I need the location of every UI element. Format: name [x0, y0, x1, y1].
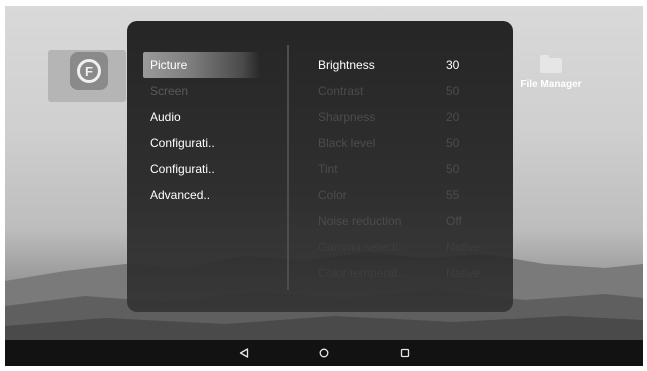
setting-name: Tint — [318, 162, 338, 176]
setting-name: Black level — [318, 136, 376, 150]
setting-name: Color — [318, 188, 347, 202]
setting-value: Native — [446, 266, 481, 280]
setting-black-level[interactable]: Black level 50 — [318, 130, 498, 156]
setting-gamma-selection[interactable]: Gamma selecti.. Native — [318, 234, 498, 260]
setting-color[interactable]: Color 55 — [318, 182, 498, 208]
setting-contrast[interactable]: Contrast 50 — [318, 78, 498, 104]
setting-name: Gamma selecti.. — [318, 240, 405, 254]
setting-value: 55 — [446, 188, 460, 202]
settings-category-menu: Picture Screen Audio Configurati.. Confi… — [143, 52, 263, 208]
setting-name: Sharpness — [318, 110, 376, 124]
setting-name: Noise reduction — [318, 214, 402, 228]
menu-item-audio[interactable]: Audio — [143, 104, 263, 130]
setting-name: Brightness — [318, 58, 375, 72]
picture-settings-panel: Picture Screen Audio Configurati.. Confi… — [127, 21, 513, 312]
setting-color-temperature[interactable]: Color temperat.. Native — [318, 260, 498, 286]
setting-tint[interactable]: Tint 50 — [318, 156, 498, 182]
system-navigation-bar — [5, 340, 643, 366]
recents-square-icon — [400, 348, 410, 358]
setting-value: 50 — [446, 162, 460, 176]
menu-item-configuration-2[interactable]: Configurati.. — [143, 156, 263, 182]
menu-item-advanced[interactable]: Advanced.. — [143, 182, 263, 208]
menu-divider — [287, 45, 289, 290]
file-manager-label: File Manager — [520, 79, 582, 90]
setting-value: 50 — [446, 84, 460, 98]
setting-noise-reduction[interactable]: Noise reduction Off — [318, 208, 498, 234]
back-button[interactable] — [235, 344, 253, 362]
setting-sharpness[interactable]: Sharpness 20 — [318, 104, 498, 130]
menu-item-screen[interactable]: Screen — [143, 78, 263, 104]
app-logo-icon[interactable]: F — [70, 52, 108, 90]
f-letter-icon: F — [77, 59, 101, 83]
setting-name: Color temperat.. — [318, 266, 405, 280]
file-manager-shortcut[interactable]: File Manager — [518, 55, 584, 90]
recents-button[interactable] — [396, 344, 414, 362]
folder-icon — [540, 55, 562, 73]
picture-settings-list: Brightness 30 Contrast 50 Sharpness 20 B… — [318, 52, 498, 286]
home-circle-icon — [319, 348, 329, 358]
setting-value: 30 — [446, 58, 460, 72]
setting-value: 50 — [446, 136, 460, 150]
setting-value: Native — [446, 240, 481, 254]
setting-name: Contrast — [318, 84, 364, 98]
setting-value: 20 — [446, 110, 460, 124]
setting-value: Off — [446, 214, 462, 228]
setting-brightness[interactable]: Brightness 30 — [318, 52, 498, 78]
home-button[interactable] — [315, 344, 333, 362]
back-triangle-icon — [239, 348, 249, 358]
menu-item-configuration-1[interactable]: Configurati.. — [143, 130, 263, 156]
menu-item-picture[interactable]: Picture — [143, 52, 260, 78]
